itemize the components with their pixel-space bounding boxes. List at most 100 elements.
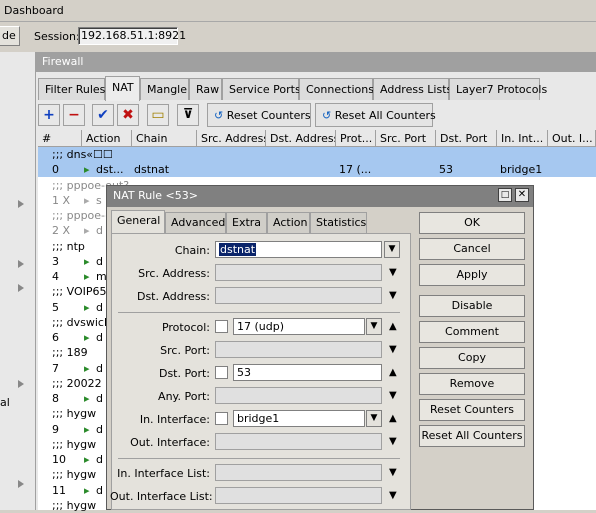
expand-out-interface-list-icon[interactable]: ▼ bbox=[389, 491, 397, 501]
session-label: Session: bbox=[34, 30, 80, 43]
row-number: 5 bbox=[52, 300, 59, 314]
collapse-in-interface-icon[interactable]: ▲ bbox=[389, 414, 397, 424]
tab-mangle[interactable]: Mangle bbox=[140, 78, 189, 100]
copy-button[interactable]: Copy bbox=[419, 347, 525, 369]
column-header[interactable]: Action bbox=[82, 130, 132, 147]
disable-rule-button[interactable]: Disable bbox=[419, 295, 525, 317]
comment-button[interactable]: ▭ bbox=[147, 104, 169, 126]
src-port-field[interactable] bbox=[215, 341, 382, 358]
ok-button[interactable]: OK bbox=[419, 212, 525, 234]
dashboard-menu[interactable]: Dashboard bbox=[4, 4, 64, 17]
reset-all-counters-button[interactable]: ↺ Reset All Counters bbox=[315, 103, 436, 127]
comment-rule-button[interactable]: Comment bbox=[419, 321, 525, 343]
out-interface-list-field[interactable] bbox=[215, 487, 382, 504]
dialog-tab-statistics[interactable]: Statistics bbox=[310, 212, 367, 233]
remove-rule-button[interactable]: Remove bbox=[419, 373, 525, 395]
expand-arrow-icon[interactable] bbox=[18, 380, 24, 388]
comment-row[interactable]: ;;; dns«☐☐ bbox=[38, 147, 596, 162]
tab-address-lists[interactable]: Address Lists bbox=[373, 78, 452, 100]
expand-arrow-icon[interactable] bbox=[18, 480, 24, 488]
left-label: al bbox=[0, 396, 10, 409]
apply-button[interactable]: Apply bbox=[419, 264, 525, 286]
dialog-tab-advanced[interactable]: Advanced bbox=[165, 212, 226, 233]
expand-src-port-icon[interactable]: ▼ bbox=[389, 345, 397, 355]
in-interface-negate-checkbox[interactable] bbox=[215, 412, 228, 425]
dialog-tab-action[interactable]: Action bbox=[267, 212, 310, 233]
expand-arrow-icon[interactable] bbox=[18, 260, 24, 268]
expand-any-port-icon[interactable]: ▼ bbox=[389, 391, 397, 401]
collapse-protocol-icon[interactable]: ▲ bbox=[389, 322, 397, 332]
tab-service-ports[interactable]: Service Ports bbox=[222, 78, 301, 100]
session-bar: de Session: 192.168.51.1:8921 bbox=[0, 22, 596, 50]
column-header[interactable]: Prot... bbox=[336, 130, 376, 147]
out-interface-field[interactable] bbox=[215, 433, 382, 450]
expand-src-address-icon[interactable]: ▼ bbox=[389, 268, 397, 278]
remove-button[interactable]: − bbox=[63, 104, 85, 126]
expand-arrow-icon[interactable] bbox=[18, 284, 24, 292]
expand-arrow-icon[interactable] bbox=[18, 200, 24, 208]
expand-in-interface-list-icon[interactable]: ▼ bbox=[389, 468, 397, 478]
tab-nat[interactable]: NAT bbox=[105, 76, 140, 101]
row-action: dst... bbox=[96, 163, 124, 177]
table-row[interactable]: 0 ▸ dst... dstnat 17 (... 53 bridge1 bbox=[38, 162, 596, 178]
dialog-reset-counters-button[interactable]: Reset Counters bbox=[419, 399, 525, 421]
src-address-field[interactable] bbox=[215, 264, 382, 281]
chain-dropdown-icon[interactable]: ▼ bbox=[384, 241, 400, 258]
maximize-icon[interactable]: □ bbox=[498, 188, 512, 202]
any-port-field[interactable] bbox=[215, 387, 382, 404]
action-icon: ▸ bbox=[84, 193, 90, 207]
action-icon: ▸ bbox=[84, 392, 90, 405]
column-header[interactable]: Dst. Address bbox=[266, 130, 336, 147]
expand-out-interface-icon[interactable]: ▼ bbox=[389, 437, 397, 447]
action-icon: ▸ bbox=[84, 163, 90, 177]
disable-button[interactable]: ✖ bbox=[117, 104, 139, 126]
action-icon: ▸ bbox=[84, 270, 90, 283]
dialog-reset-all-counters-button[interactable]: Reset All Counters bbox=[419, 425, 525, 447]
column-header[interactable]: In. Int... bbox=[497, 130, 548, 147]
column-header[interactable]: Dst. Port bbox=[436, 130, 497, 147]
add-button[interactable]: + bbox=[38, 104, 60, 126]
dialog-tab-extra[interactable]: Extra bbox=[226, 212, 267, 233]
left-panel: al bbox=[0, 52, 36, 510]
chain-label: Chain: bbox=[174, 244, 210, 257]
out-interface-list-label: Out. Interface List: bbox=[110, 490, 213, 503]
close-icon[interactable]: ✕ bbox=[515, 188, 529, 202]
action-icon: ▸ bbox=[84, 224, 90, 238]
dst-port-negate-checkbox[interactable] bbox=[215, 366, 228, 379]
dst-port-field[interactable]: 53 bbox=[233, 364, 382, 381]
column-header[interactable]: Chain bbox=[132, 130, 197, 147]
chain-field[interactable]: dstnat bbox=[215, 241, 382, 258]
mode-button[interactable]: de bbox=[0, 26, 20, 46]
in-interface-label: In. Interface: bbox=[139, 413, 210, 426]
tab-filter-rules[interactable]: Filter Rules bbox=[38, 78, 105, 100]
collapse-dst-port-icon[interactable]: ▲ bbox=[389, 368, 397, 378]
row-action: s bbox=[96, 193, 102, 207]
column-header[interactable]: # bbox=[38, 130, 82, 147]
column-header[interactable]: Out. I... bbox=[548, 130, 596, 147]
reset-counters-button[interactable]: ↺ Reset Counters bbox=[207, 103, 311, 127]
column-header[interactable]: Src. Port bbox=[376, 130, 436, 147]
tab-connections[interactable]: Connections bbox=[299, 78, 374, 100]
protocol-dropdown-icon[interactable]: ▼ bbox=[366, 318, 382, 335]
tab-layer7-protocols[interactable]: Layer7 Protocols bbox=[449, 78, 547, 100]
filter-button[interactable]: ⊽ bbox=[177, 104, 199, 126]
in-interface-dropdown-icon[interactable]: ▼ bbox=[366, 410, 382, 427]
tab-raw[interactable]: Raw bbox=[189, 78, 222, 100]
enable-button[interactable]: ✔ bbox=[92, 104, 114, 126]
in-interface-field[interactable]: bridge1 bbox=[233, 410, 365, 427]
cancel-button[interactable]: Cancel bbox=[419, 238, 525, 260]
row-number: 3 bbox=[52, 254, 59, 268]
protocol-field[interactable]: 17 (udp) bbox=[233, 318, 365, 335]
dialog-tab-general[interactable]: General bbox=[111, 210, 165, 234]
in-interface-list-field[interactable] bbox=[215, 464, 382, 481]
dst-address-field[interactable] bbox=[215, 287, 382, 304]
row-comment: ;;; hygw bbox=[52, 407, 97, 421]
column-header[interactable]: Src. Address bbox=[197, 130, 266, 147]
protocol-negate-checkbox[interactable] bbox=[215, 320, 228, 333]
dst-address-label: Dst. Address: bbox=[136, 290, 210, 303]
row-comment: ;;; hygw bbox=[52, 468, 97, 482]
session-field[interactable]: 192.168.51.1:8921 bbox=[78, 27, 186, 45]
row-chain: dstnat bbox=[134, 163, 170, 177]
expand-dst-address-icon[interactable]: ▼ bbox=[389, 291, 397, 301]
row-protocol: 17 (... bbox=[339, 163, 372, 177]
